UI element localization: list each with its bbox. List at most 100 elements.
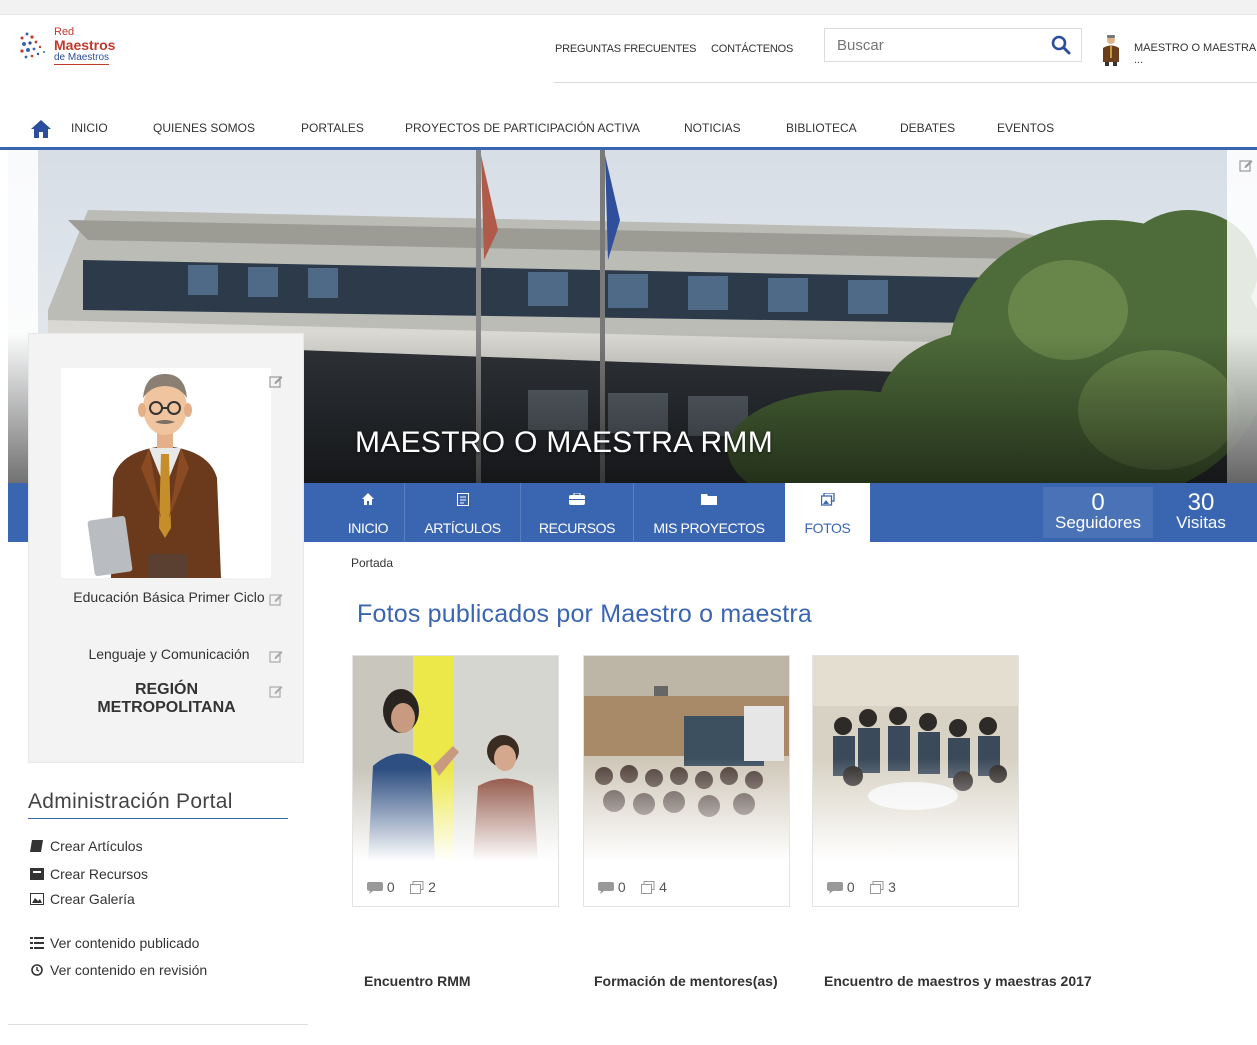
gallery-card[interactable]: 0 2 [352,655,559,907]
search-icon[interactable] [1051,35,1071,55]
photos-count-icon [410,881,424,894]
gallery-icon [30,893,44,905]
gallery-photo-count: 2 [428,879,436,895]
logo-text-de-maestros: de Maestros [54,52,110,65]
article-icon [456,493,469,506]
tab-label: INICIO [347,520,389,536]
create-gallery-label: Crear Galería [50,891,135,907]
contact-link[interactable]: CONTÁCTENOS [711,43,793,55]
gallery-meta: 0 3 [827,879,896,895]
gallery-likes: 0 [386,879,395,895]
photos-count-icon [870,881,884,894]
gallery-card[interactable]: 0 4 [583,655,790,907]
clock-icon [31,964,43,976]
published-content-label: Ver contenido publicado [50,935,200,951]
home-icon[interactable] [30,119,52,139]
nav-item-eventos[interactable]: EVENTOS [997,121,1054,135]
site-logo[interactable]: Red Maestros de Maestros [18,26,128,70]
nav-item-inicio[interactable]: INICIO [71,121,108,135]
edit-region-icon[interactable] [269,684,283,698]
comment-icon [827,882,843,894]
tab-label: FOTOS [804,520,851,536]
photos-count-icon [641,881,655,894]
gallery-card[interactable]: 0 3 [812,655,1019,907]
tab-label: MIS PROYECTOS [653,520,765,536]
sidebar-divider [8,1024,308,1025]
create-gallery-link[interactable]: Crear Galería [30,891,135,907]
nav-item-portales[interactable]: PORTALES [301,121,364,135]
resource-icon [30,868,44,880]
gallery-photo-encuentro [353,656,558,861]
tab-recursos[interactable]: RECURSOS [521,483,633,542]
search-box [824,28,1082,62]
faq-link[interactable]: PREGUNTAS FRECUENTES [555,43,696,55]
search-input[interactable] [835,34,1039,56]
admin-portal-panel: Administración Portal [28,790,288,819]
logo-text-maestros: Maestros [54,37,116,53]
gallery-title-link[interactable]: Encuentro de maestros y maestras 2017 [824,973,1092,989]
gallery-thumbnail[interactable] [584,656,789,861]
nav-item-quienes-somos[interactable]: QUIENES SOMOS [153,121,255,135]
home-icon [362,493,374,505]
nav-item-debates[interactable]: DEBATES [900,121,955,135]
visits-stat: 30 Visitas [1168,483,1234,542]
profile-photo[interactable] [61,368,271,578]
tab-mis-proyectos[interactable]: MIS PROYECTOS [634,483,784,542]
comment-icon [367,882,383,894]
nav-item-noticias[interactable]: NOTICIAS [684,121,741,135]
header-divider [554,82,1257,83]
book-icon [30,840,43,852]
gallery-likes: 0 [846,879,855,895]
profile-card: Educación Básica Primer Ciclo Lenguaje y… [28,333,304,763]
profile-subject: Lenguaje y Comunicación [88,646,250,662]
review-content-label: Ver contenido en revisión [50,962,208,978]
profile-level: Educación Básica Primer Ciclo [73,589,265,605]
tab-inicio[interactable]: INICIO [332,483,404,542]
gallery-thumbnail[interactable] [353,656,558,861]
gallery-photo-formacion [584,656,789,861]
page-title: Fotos publicados por Maestro o maestra [357,600,813,628]
create-resource-link[interactable]: Crear Recursos [30,866,148,882]
top-strip [0,0,1257,15]
comment-icon [598,882,614,894]
gallery-title-link[interactable]: Formación de mentores(as) [594,973,778,989]
edit-photo-icon[interactable] [269,374,283,388]
nav-item-biblioteca[interactable]: BIBLIOTECA [786,121,857,135]
photo-icon [820,493,835,506]
logo-dots-icon [20,32,45,59]
nav-item-proyectos[interactable]: PROYECTOS DE PARTICIPACIÓN ACTIVA [405,121,640,135]
main-nav: INICIO QUIENES SOMOS PORTALES PROYECTOS … [0,107,1257,150]
edit-subject-icon[interactable] [269,649,283,663]
folder-icon [701,494,717,505]
followers-label: Seguidores [1054,513,1141,532]
tab-label: RECURSOS [538,520,616,536]
review-content-link[interactable]: Ver contenido en revisión [30,962,207,978]
edit-cover-icon[interactable] [1239,158,1253,172]
gallery-photo-count: 3 [888,879,896,895]
tab-label: ARTÍCULOS [424,520,501,536]
edit-level-icon[interactable] [269,592,283,606]
gallery-photo-count: 4 [659,879,667,895]
followers-stat[interactable]: 0 Seguidores [1040,483,1156,542]
gallery-meta: 0 2 [367,879,436,895]
user-name[interactable]: MAESTRO O MAESTRA ... [1134,42,1257,66]
gallery-meta: 0 4 [598,879,667,895]
gallery-title-link[interactable]: Encuentro RMM [364,973,471,989]
profile-region: REGIÓN METROPOLITANA [97,681,236,716]
gallery-likes: 0 [617,879,626,895]
breadcrumb[interactable]: Portada [351,556,393,570]
gallery-thumbnail[interactable] [813,656,1018,861]
tab-articulos[interactable]: ARTÍCULOS [405,483,520,542]
visits-label: Visitas [1176,513,1226,532]
tab-fotos[interactable]: FOTOS [785,483,870,542]
resources-icon [569,493,585,505]
create-article-label: Crear Artículos [50,838,143,854]
teacher-avatar-illustration [87,374,221,578]
list-icon [30,937,44,949]
published-content-link[interactable]: Ver contenido publicado [30,935,199,951]
create-article-link[interactable]: Crear Artículos [30,838,143,854]
user-avatar-icon[interactable] [1100,34,1122,66]
admin-portal-title: Administración Portal [28,790,288,819]
create-resource-label: Crear Recursos [50,866,149,882]
profile-name-title: MAESTRO O MAESTRA RMM [355,426,773,459]
